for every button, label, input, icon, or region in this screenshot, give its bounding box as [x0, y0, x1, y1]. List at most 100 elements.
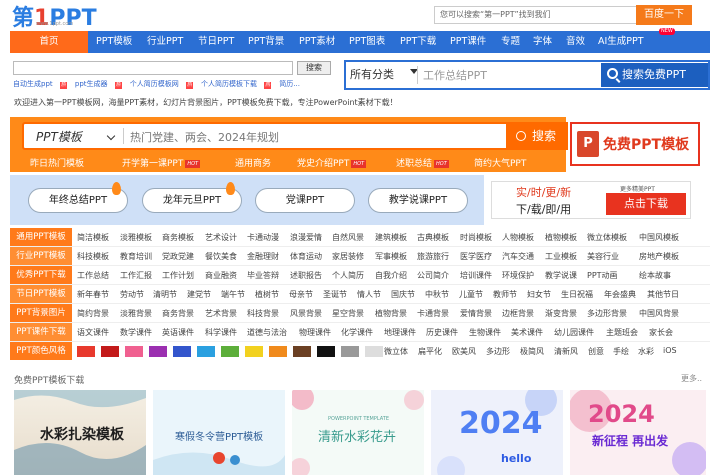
grid-link[interactable]: 环境保护 — [502, 270, 534, 281]
grid-link[interactable]: 卡通动漫 — [247, 232, 279, 243]
grid-link[interactable]: 植物模板 — [545, 232, 577, 243]
grid-link[interactable]: 工作总结 — [77, 270, 109, 281]
color-swatch[interactable] — [197, 346, 215, 357]
grid-link[interactable]: 物理课件 — [299, 327, 331, 338]
mini-search-button[interactable]: 搜索 — [297, 61, 331, 75]
color-swatch[interactable] — [293, 346, 311, 357]
nav-item-ai-ppt[interactable]: AI生成PPT — [598, 31, 644, 53]
grid-link[interactable]: 渐变背景 — [545, 308, 577, 319]
grid-link[interactable]: 生物课件 — [469, 327, 501, 338]
grid-link[interactable]: 教育培训 — [120, 251, 152, 262]
grid-link[interactable]: 浪漫爱情 — [290, 232, 322, 243]
row-header[interactable]: 行业PPT模板 — [10, 247, 72, 265]
color-swatch[interactable] — [149, 346, 167, 357]
grid-link[interactable]: 商务背景 — [162, 308, 194, 319]
grid-link[interactable]: 微立体模板 — [587, 232, 627, 243]
ppt-search-input[interactable]: 热门党建、两会、2024年规划 — [130, 129, 279, 145]
grid-link[interactable]: 扁平化 — [418, 346, 442, 357]
pill-year-end-summary[interactable]: 年终总结PPT — [28, 182, 128, 213]
row-header[interactable]: 通用PPT模板 — [10, 228, 72, 246]
row-header[interactable]: PPT课件下载 — [10, 323, 72, 341]
grid-link[interactable]: 道德与法治 — [247, 327, 287, 338]
category-select[interactable]: 所有分类 — [350, 66, 394, 82]
banner-link[interactable]: 开学第一课PPT HOT — [122, 156, 201, 169]
free-ppt-template-button[interactable]: P 免费PPT模板 — [570, 122, 700, 166]
mini-link[interactable]: 简历... — [279, 80, 300, 88]
grid-link[interactable]: 其他节日 — [647, 289, 679, 300]
banner-link[interactable]: 昨日热门模板 — [30, 156, 84, 169]
grid-link[interactable]: 工作计划 — [162, 270, 194, 281]
top-search-input[interactable]: 您可以搜索“第一PPT”找到我们 — [434, 6, 636, 24]
grid-link[interactable]: 餐饮美食 — [205, 251, 237, 262]
nav-item-fonts[interactable]: 字体 — [533, 31, 552, 53]
grid-link[interactable]: 爱情背景 — [460, 308, 492, 319]
grid-link[interactable]: 商业融资 — [205, 270, 237, 281]
grid-link[interactable]: 生日祝福 — [561, 289, 593, 300]
grid-link[interactable]: 植物背景 — [375, 308, 407, 319]
click-download-button[interactable]: 点击下载 — [606, 193, 686, 215]
grid-link[interactable]: 家居装修 — [332, 251, 364, 262]
grid-link[interactable]: 自我介绍 — [375, 270, 407, 281]
nav-item-industry-ppt[interactable]: 行业PPT — [147, 31, 183, 53]
color-swatch[interactable] — [173, 346, 191, 357]
grid-link[interactable]: 金融理财 — [247, 251, 279, 262]
grid-link[interactable]: 主题班会 — [606, 327, 638, 338]
nav-item-ppt-charts[interactable]: PPT图表 — [349, 31, 385, 53]
grid-link[interactable]: 淡雅模板 — [120, 232, 152, 243]
color-swatch[interactable] — [269, 346, 287, 357]
mini-link[interactable]: ppt生成器热 — [75, 80, 122, 89]
grid-link[interactable]: 极简风 — [520, 346, 544, 357]
row-header[interactable]: 优秀PPT下载 — [10, 266, 72, 284]
grid-link[interactable]: 幼儿园课件 — [554, 327, 594, 338]
pill-teaching-lesson[interactable]: 教学说课PPT — [368, 188, 468, 213]
grid-link[interactable]: 党政党建 — [162, 251, 194, 262]
grid-link[interactable]: 手绘 — [613, 346, 629, 357]
grid-link[interactable]: 公司简介 — [417, 270, 449, 281]
row-header[interactable]: PPT背景图片 — [10, 304, 72, 322]
grid-link[interactable]: 简洁模板 — [77, 232, 109, 243]
nav-item-ppt-backgrounds[interactable]: PPT背景 — [248, 31, 284, 53]
grid-link[interactable]: 科技模板 — [77, 251, 109, 262]
grid-link[interactable]: 圣诞节 — [323, 289, 347, 300]
grid-link[interactable]: 数学课件 — [120, 327, 152, 338]
grid-link[interactable]: 自然风景 — [332, 232, 364, 243]
grid-link[interactable]: 新年春节 — [77, 289, 109, 300]
grid-link[interactable]: 教学说课 — [545, 270, 577, 281]
grid-link[interactable]: 星空背景 — [332, 308, 364, 319]
grid-link[interactable]: iOS — [663, 346, 677, 355]
nav-item-ppt-materials[interactable]: PPT素材 — [299, 31, 335, 53]
grid-link[interactable]: 母亲节 — [289, 289, 313, 300]
grid-link[interactable]: 多边形 — [486, 346, 510, 357]
grid-link[interactable]: 中国风模板 — [639, 232, 679, 243]
pill-party-lesson[interactable]: 党课PPT — [255, 188, 355, 213]
grid-link[interactable]: 淡雅背景 — [120, 308, 152, 319]
nav-item-ppt-courseware[interactable]: PPT课件 — [450, 31, 486, 53]
grid-link[interactable]: 中国风背景 — [639, 308, 679, 319]
grid-link[interactable]: 个人简历 — [332, 270, 364, 281]
grid-link[interactable]: 创意 — [588, 346, 604, 357]
search-free-ppt-button[interactable]: 搜索免费PPT — [601, 63, 708, 87]
pill-dragon-new-year[interactable]: 龙年元旦PPT — [142, 182, 242, 213]
grid-link[interactable]: 清新风 — [554, 346, 578, 357]
grid-link[interactable]: 欧美风 — [452, 346, 476, 357]
grid-link[interactable]: 培训课件 — [460, 270, 492, 281]
grid-link[interactable]: 年会盛典 — [604, 289, 636, 300]
color-swatch[interactable] — [341, 346, 359, 357]
row-header[interactable]: 节日PPT模板 — [10, 285, 72, 303]
grid-link[interactable]: 端午节 — [221, 289, 245, 300]
banner-link[interactable]: 述职总结 HOT — [396, 156, 449, 169]
grid-link[interactable]: 述职报告 — [290, 270, 322, 281]
mini-link[interactable]: 个人简历模板下载热 — [201, 80, 272, 89]
grid-link[interactable]: 旅游旅行 — [417, 251, 449, 262]
grid-link[interactable]: 古典模板 — [417, 232, 449, 243]
grid-link[interactable]: 房地产模板 — [639, 251, 679, 262]
more-link[interactable]: 更多.. — [681, 373, 702, 384]
baidu-search-button[interactable]: 百度一下 — [636, 5, 692, 25]
grid-link[interactable]: 简约背景 — [77, 308, 109, 319]
template-thumbnail[interactable]: 2024 新征程 再出发 — [570, 390, 706, 475]
grid-link[interactable]: 地理课件 — [384, 327, 416, 338]
grid-link[interactable]: 家长会 — [649, 327, 673, 338]
mini-link[interactable]: 自动生成ppt 热 — [13, 80, 67, 89]
grid-link[interactable]: 水彩 — [638, 346, 654, 357]
grid-link[interactable]: 历史课件 — [426, 327, 458, 338]
